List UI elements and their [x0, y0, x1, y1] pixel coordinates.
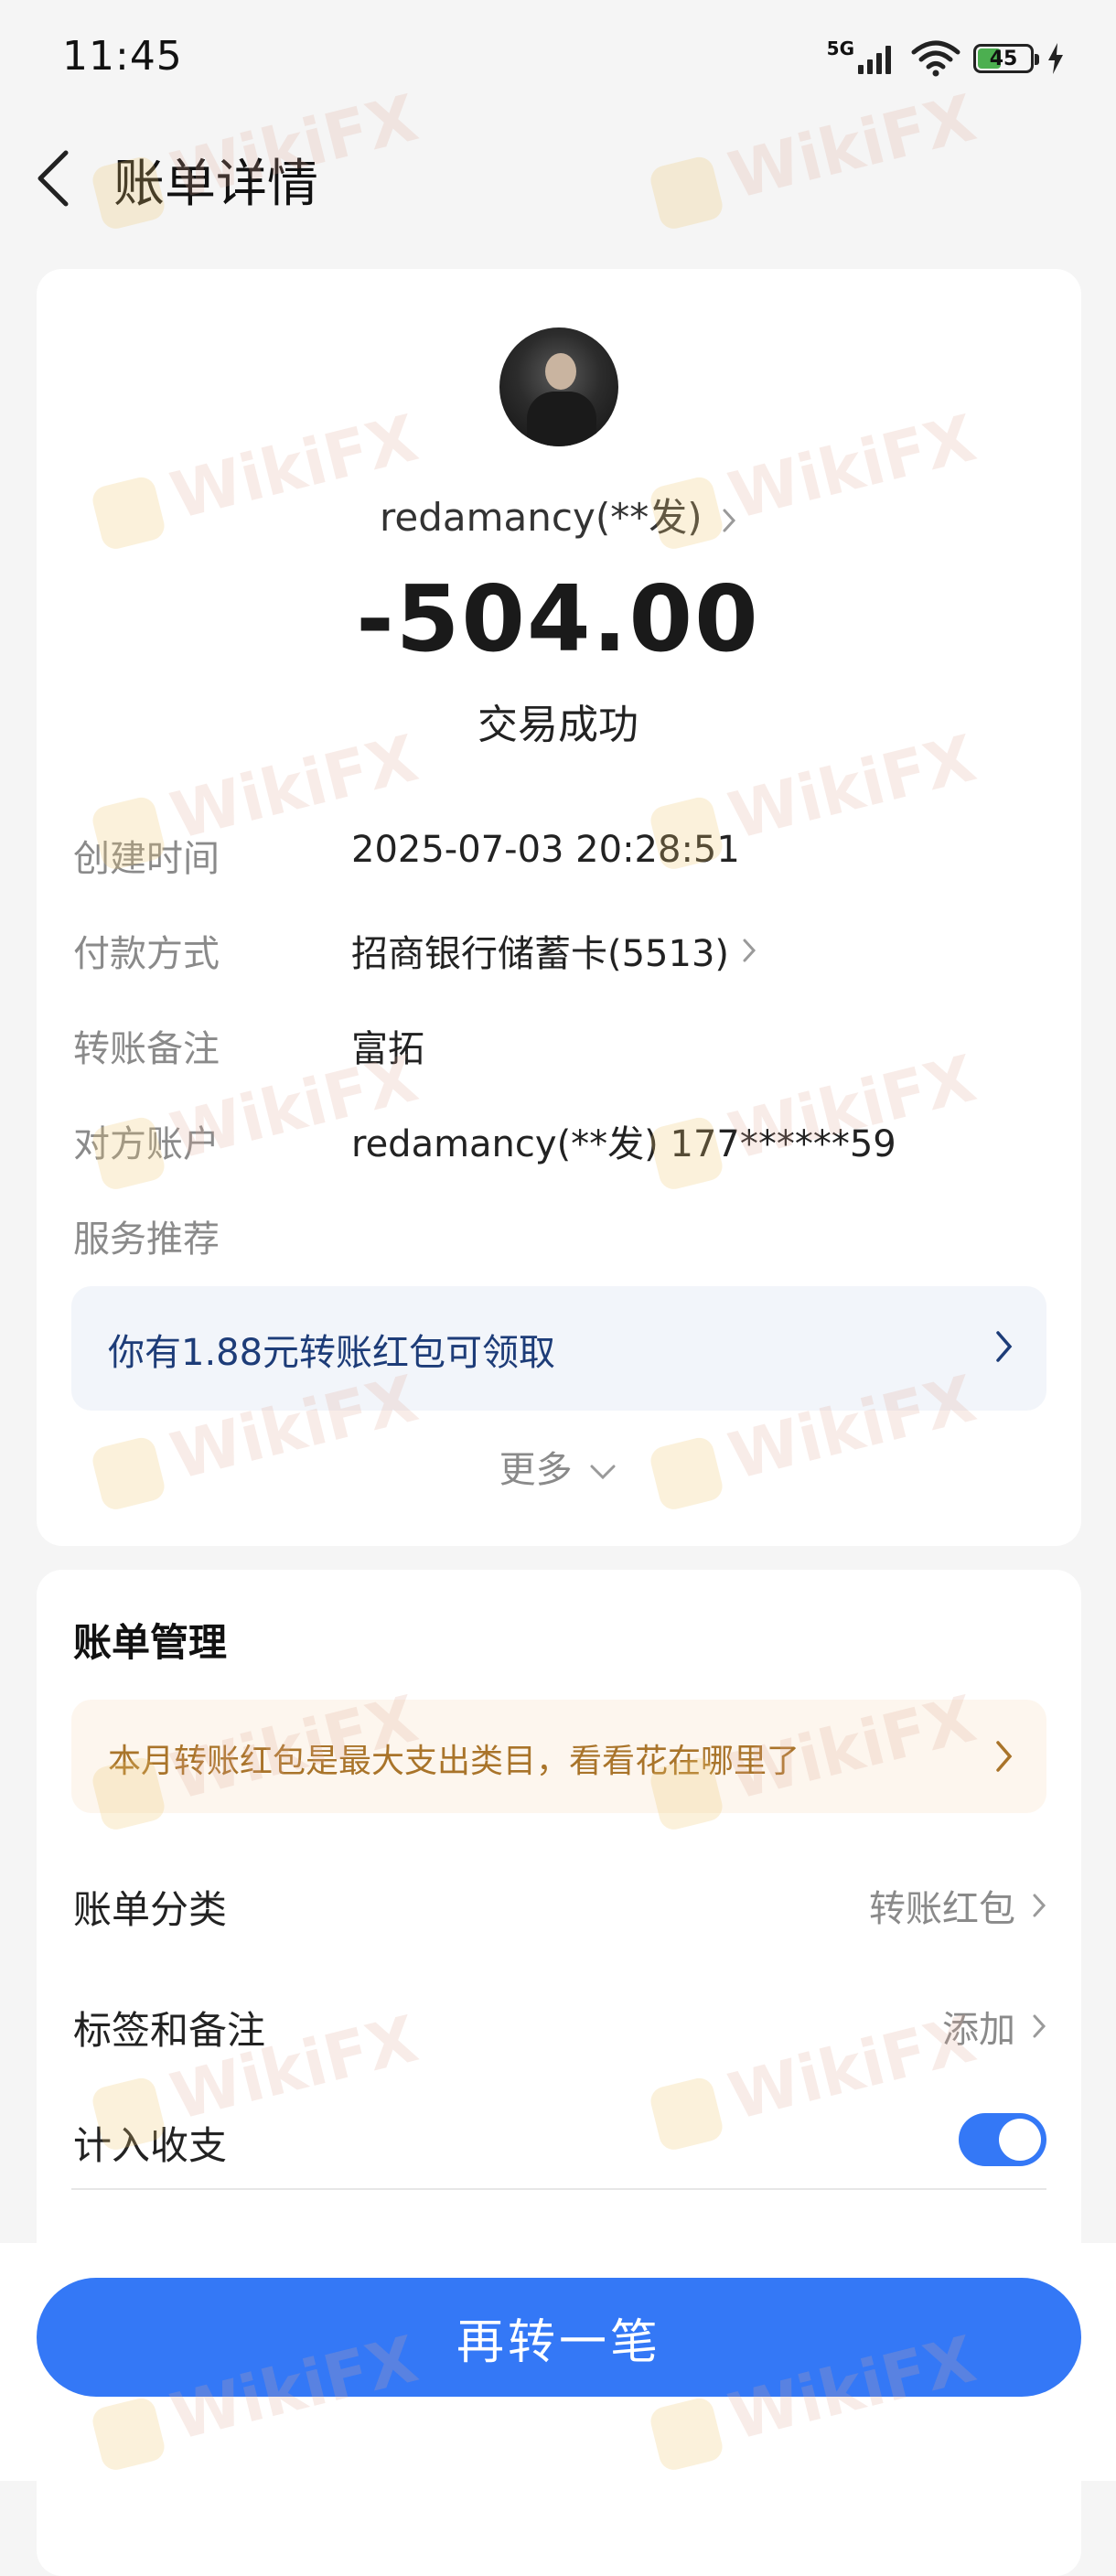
- payment-method-link[interactable]: 招商银行储蓄卡(5513): [351, 924, 757, 977]
- payment-method-value: 招商银行储蓄卡(5513): [351, 933, 730, 975]
- chevron-right-icon: [1033, 2014, 1046, 2038]
- spending-insight-promo[interactable]: 本月转账红包是最大支出类目，看看花在哪里了: [71, 1700, 1046, 1813]
- transaction-amount: -504.00: [356, 565, 760, 672]
- more-button[interactable]: 更多: [0, 1440, 1116, 1493]
- chevron-right-icon: [1033, 1894, 1046, 1917]
- chevron-right-icon: [723, 509, 735, 531]
- transaction-status: 交易成功: [478, 702, 638, 748]
- network-type: 5G: [826, 38, 854, 59]
- created-time-value: 2025-07-03 20:28:51: [351, 829, 740, 871]
- counterparty-name: redamancy(**发): [380, 495, 703, 540]
- avatar[interactable]: [499, 327, 618, 446]
- include-label: 计入收支: [73, 2123, 228, 2168]
- detail-label-created: 创建时间: [73, 838, 220, 880]
- battery-level: 45: [989, 47, 1018, 70]
- chevron-right-icon: [996, 1331, 1013, 1362]
- category-value: 转账红包: [869, 1888, 1015, 1930]
- counterparty-row[interactable]: redamancy(**发): [0, 487, 1116, 542]
- toggle-knob: [999, 2119, 1041, 2161]
- back-arrow-icon: [38, 150, 69, 207]
- tags-add-button[interactable]: 添加: [942, 2000, 1046, 2053]
- divider: [71, 2188, 1046, 2190]
- status-time: 11:45: [62, 33, 183, 80]
- section-title: 账单管理: [73, 1620, 228, 1665]
- detail-value-account: redamancy(**发) 177******59: [351, 1114, 896, 1167]
- page-title: 账单详情: [113, 155, 318, 214]
- detail-value-note: 富拓: [351, 1019, 424, 1072]
- category-label: 账单分类: [73, 1887, 228, 1932]
- detail-label-payment: 付款方式: [73, 933, 220, 975]
- chevron-right-icon: [996, 1741, 1013, 1772]
- include-in-stats-toggle[interactable]: [959, 2113, 1046, 2166]
- charging-icon: [1048, 43, 1063, 74]
- back-button[interactable]: [35, 146, 80, 210]
- signal-icon: [858, 46, 891, 74]
- spending-insight-text: 本月转账红包是最大支出类目，看看花在哪里了: [108, 1743, 800, 1780]
- detail-label-service: 服务推荐: [73, 1218, 220, 1261]
- counterparty-account-value: redamancy(**发) 177******59: [351, 1123, 896, 1165]
- detail-label-note: 转账备注: [73, 1028, 220, 1070]
- red-packet-promo-text: 你有1.88元转账红包可领取: [108, 1332, 556, 1374]
- tags-label: 标签和备注: [73, 2008, 266, 2053]
- chevron-right-icon: [743, 939, 757, 962]
- tags-value: 添加: [942, 2009, 1015, 2051]
- detail-label-account: 对方账户: [73, 1123, 220, 1165]
- status-icons: 5G 45: [827, 35, 1065, 82]
- transfer-again-button[interactable]: 再转一笔: [37, 2278, 1081, 2397]
- wifi-icon: [911, 40, 960, 77]
- watermark: WikiFX: [645, 80, 982, 233]
- category-selector[interactable]: 转账红包: [869, 1879, 1046, 1932]
- detail-value-created: 2025-07-03 20:28:51: [351, 829, 740, 871]
- red-packet-promo[interactable]: 你有1.88元转账红包可领取: [71, 1286, 1046, 1411]
- transfer-note-value: 富拓: [351, 1028, 424, 1070]
- chevron-down-icon: [590, 1465, 616, 1480]
- more-label: 更多: [499, 1449, 573, 1491]
- battery-icon: 45: [973, 44, 1039, 73]
